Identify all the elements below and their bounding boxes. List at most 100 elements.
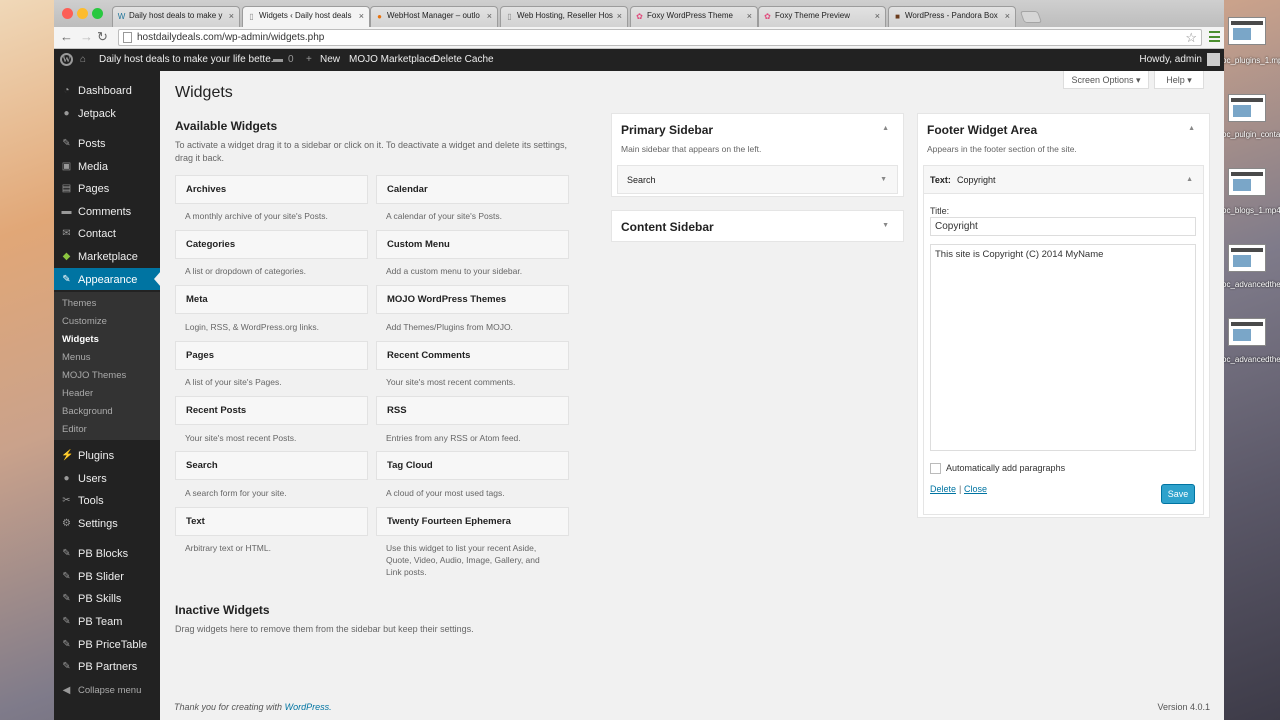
title-input[interactable]: Copyright bbox=[930, 217, 1196, 236]
widget-search[interactable]: Search bbox=[175, 451, 368, 480]
browser-tab[interactable]: ■ WordPress - Pandora Box × bbox=[888, 6, 1016, 27]
sidebar-item-appearance[interactable]: ✎ Appearance bbox=[54, 268, 160, 290]
sidebar-item-pb-blocks[interactable]: ✎ PB Blocks bbox=[54, 542, 160, 564]
close-tab-icon[interactable]: × bbox=[1005, 11, 1010, 21]
widget-twenty-fourteen-ephemera[interactable]: Twenty Fourteen Ephemera bbox=[376, 507, 569, 536]
widget-pages[interactable]: Pages bbox=[175, 341, 368, 370]
new-tab-button[interactable] bbox=[1019, 11, 1043, 23]
sidebar-item-pb-team[interactable]: ✎ PB Team bbox=[54, 610, 160, 632]
sidebar-item-pb-pricetable[interactable]: ✎ PB PriceTable bbox=[54, 633, 160, 655]
widget-meta[interactable]: Meta bbox=[175, 285, 368, 314]
maximize-window-icon[interactable] bbox=[92, 8, 103, 19]
collapse-arrow-icon[interactable]: ▲ bbox=[1188, 125, 1195, 132]
widget-calendar[interactable]: Calendar bbox=[376, 175, 569, 204]
minimize-window-icon[interactable] bbox=[77, 8, 88, 19]
submenu-mojo-themes[interactable]: MOJO Themes bbox=[62, 370, 126, 381]
address-bar[interactable]: hostdailydeals.com/wp-admin/widgets.php … bbox=[118, 29, 1202, 46]
primary-sidebar-area[interactable]: Primary Sidebar ▲ Main sidebar that appe… bbox=[611, 113, 904, 197]
delete-link[interactable]: Delete bbox=[930, 484, 956, 494]
widget-categories[interactable]: Categories bbox=[175, 230, 368, 259]
submenu-menus[interactable]: Menus bbox=[62, 352, 91, 363]
submenu-background[interactable]: Background bbox=[62, 406, 113, 417]
close-link[interactable]: Close bbox=[964, 484, 987, 494]
widget-rss[interactable]: RSS bbox=[376, 396, 569, 425]
browser-tab[interactable]: ▯ Web Hosting, Reseller Hos × bbox=[500, 6, 628, 27]
submenu-editor[interactable]: Editor bbox=[62, 424, 87, 435]
wordpress-link[interactable]: WordPress. bbox=[285, 702, 332, 712]
screen-options-button[interactable]: Screen Options ▾ bbox=[1063, 71, 1149, 89]
close-tab-icon[interactable]: × bbox=[747, 11, 752, 21]
widget-tag-cloud[interactable]: Tag Cloud bbox=[376, 451, 569, 480]
comments-count[interactable]: 0 bbox=[288, 54, 294, 65]
sidebar-item-tools[interactable]: ✂ Tools bbox=[54, 489, 160, 511]
close-window-icon[interactable] bbox=[62, 8, 73, 19]
close-tab-icon[interactable]: × bbox=[875, 11, 880, 21]
expand-arrow-icon[interactable]: ▼ bbox=[882, 222, 889, 229]
site-name-link[interactable]: Daily host deals to make your life bette… bbox=[99, 54, 279, 65]
bookmark-star-icon[interactable]: ☆ bbox=[1185, 30, 1197, 46]
content-sidebar-area[interactable]: Content Sidebar ▼ bbox=[611, 210, 904, 242]
video-file-icon[interactable] bbox=[1228, 17, 1266, 45]
sidebar-item-marketplace[interactable]: ◆ Marketplace bbox=[54, 245, 160, 267]
browser-tab[interactable]: ● WebHost Manager – outlo × bbox=[370, 6, 498, 27]
sidebar-item-jetpack[interactable]: ● Jetpack bbox=[54, 102, 160, 124]
browser-tab[interactable]: ✿ Foxy Theme Preview × bbox=[758, 6, 886, 27]
browser-menu-icon[interactable] bbox=[1209, 31, 1220, 42]
video-file-icon[interactable] bbox=[1228, 318, 1266, 346]
help-button[interactable]: Help ▾ bbox=[1154, 71, 1204, 89]
widget-archives[interactable]: Archives bbox=[175, 175, 368, 204]
sidebar-item-posts[interactable]: ✎ Posts bbox=[54, 132, 160, 154]
back-arrow-icon[interactable]: ← bbox=[60, 29, 73, 45]
widget-search-placed[interactable]: Search ▼ bbox=[617, 165, 898, 194]
delete-cache-link[interactable]: Delete Cache bbox=[433, 54, 494, 65]
widget-custom-menu[interactable]: Custom Menu bbox=[376, 230, 569, 259]
avatar[interactable] bbox=[1207, 53, 1220, 66]
submenu-header[interactable]: Header bbox=[62, 388, 93, 399]
collapse-arrow-icon[interactable]: ▲ bbox=[882, 125, 889, 132]
footer-widget-area[interactable]: Footer Widget Area ▲ Appears in the foot… bbox=[917, 113, 1210, 518]
submenu-widgets[interactable]: Widgets bbox=[62, 334, 99, 345]
mojo-marketplace-link[interactable]: MOJO Marketplace bbox=[349, 54, 435, 65]
save-button[interactable]: Save bbox=[1161, 484, 1195, 504]
close-tab-icon[interactable]: × bbox=[617, 11, 622, 21]
close-tab-icon[interactable]: × bbox=[229, 11, 234, 21]
expand-arrow-icon[interactable]: ▼ bbox=[880, 176, 887, 183]
wordpress-logo-icon[interactable]: W bbox=[60, 53, 73, 66]
browser-tab[interactable]: ✿ Foxy WordPress Theme × bbox=[630, 6, 758, 27]
sidebar-item-contact[interactable]: ✉ Contact bbox=[54, 222, 160, 244]
browser-tab-active[interactable]: ▯ Widgets ‹ Daily host deals × bbox=[242, 6, 370, 27]
sidebar-item-comments[interactable]: ▬ Comments bbox=[54, 200, 160, 222]
available-widgets-title: Available Widgets bbox=[175, 119, 278, 133]
new-content-link[interactable]: New bbox=[320, 54, 340, 65]
widget-recent-comments[interactable]: Recent Comments bbox=[376, 341, 569, 370]
forward-arrow-icon[interactable]: → bbox=[80, 29, 93, 45]
video-file-icon[interactable] bbox=[1228, 244, 1266, 272]
text-widget-header[interactable]: Text: Copyright ▲ bbox=[923, 165, 1204, 194]
sidebar-item-pb-skills[interactable]: ✎ PB Skills bbox=[54, 587, 160, 609]
text-content-textarea[interactable]: This site is Copyright (C) 2014 MyName bbox=[930, 244, 1196, 451]
widget-recent-posts[interactable]: Recent Posts bbox=[175, 396, 368, 425]
widget-mojo-themes[interactable]: MOJO WordPress Themes bbox=[376, 285, 569, 314]
sidebar-item-label: Plugins bbox=[78, 450, 115, 462]
sidebar-item-pb-slider[interactable]: ✎ PB Slider bbox=[54, 565, 160, 587]
close-tab-icon[interactable]: × bbox=[487, 11, 492, 21]
sidebar-item-users[interactable]: ● Users bbox=[54, 467, 160, 489]
video-file-icon[interactable] bbox=[1228, 168, 1266, 196]
sidebar-item-settings[interactable]: ⚙ Settings bbox=[54, 512, 160, 534]
submenu-themes[interactable]: Themes bbox=[62, 298, 96, 309]
auto-paragraph-checkbox[interactable] bbox=[930, 463, 941, 474]
sidebar-item-pb-partners[interactable]: ✎ PB Partners bbox=[54, 655, 160, 677]
submenu-customize[interactable]: Customize bbox=[62, 316, 107, 327]
sidebar-item-media[interactable]: ▣ Media bbox=[54, 155, 160, 177]
sidebar-item-dashboard[interactable]: ◔ Dashboard bbox=[54, 79, 160, 101]
sidebar-item-plugins[interactable]: ⚡ Plugins bbox=[54, 444, 160, 466]
howdy-account-link[interactable]: Howdy, admin bbox=[1139, 54, 1202, 65]
collapse-arrow-icon[interactable]: ▲ bbox=[1186, 176, 1193, 183]
sidebar-item-pages[interactable]: ▤ Pages bbox=[54, 177, 160, 199]
browser-tab[interactable]: W Daily host deals to make y × bbox=[112, 6, 240, 27]
video-file-icon[interactable] bbox=[1228, 94, 1266, 122]
collapse-menu-button[interactable]: ◀ Collapse menu bbox=[54, 679, 160, 701]
close-tab-icon[interactable]: × bbox=[359, 11, 364, 21]
widget-text[interactable]: Text bbox=[175, 507, 368, 536]
reload-icon[interactable]: ↻ bbox=[97, 29, 108, 45]
